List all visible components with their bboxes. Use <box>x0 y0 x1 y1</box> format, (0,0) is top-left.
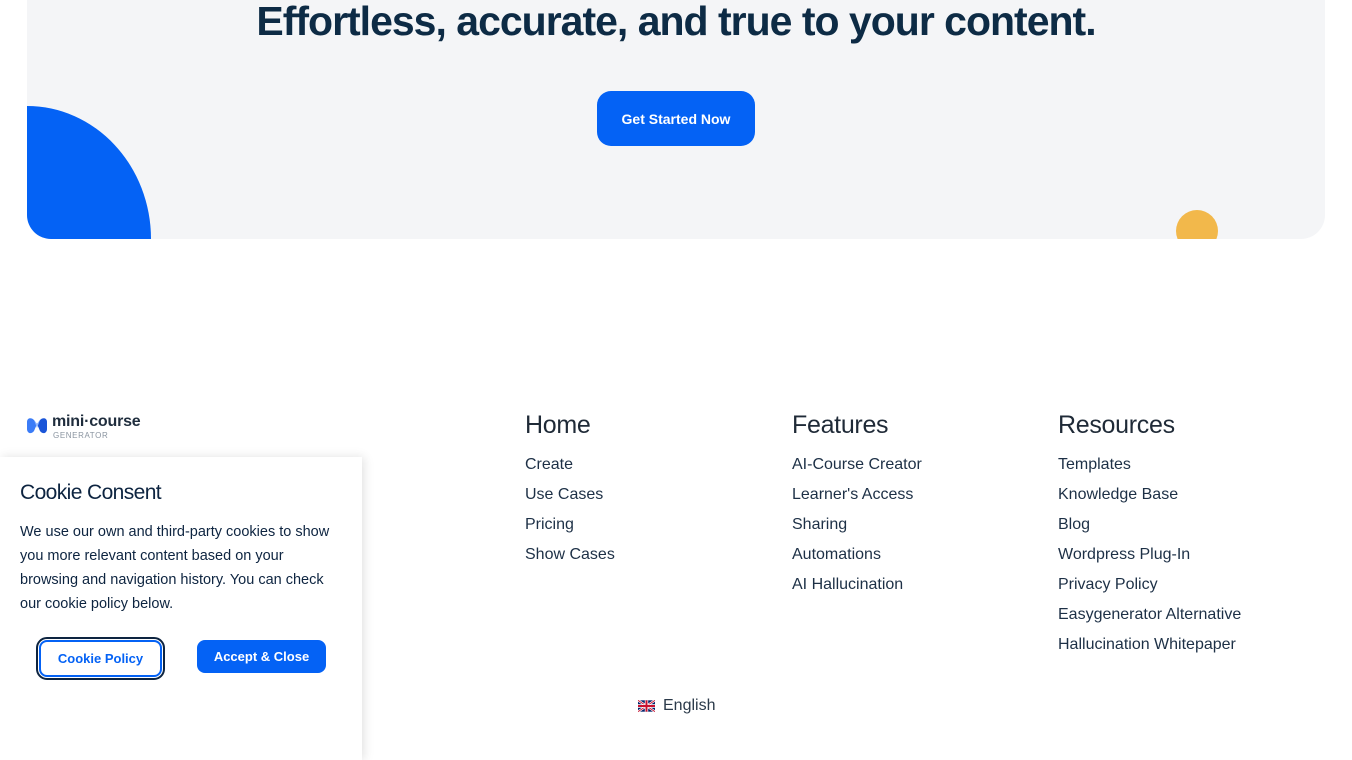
footer-link-learners-access[interactable]: Learner's Access <box>792 480 922 510</box>
banner-heading: Effortless, accurate, and true to your c… <box>256 0 1096 44</box>
cta-banner: Effortless, accurate, and true to your c… <box>27 0 1325 239</box>
footer-column-home: Home Create Use Cases Pricing Show Cases <box>525 411 615 570</box>
get-started-button[interactable]: Get Started Now <box>597 91 755 146</box>
footer-link-knowledge-base[interactable]: Knowledge Base <box>1058 480 1241 510</box>
footer-link-privacy-policy[interactable]: Privacy Policy <box>1058 570 1241 600</box>
footer-link-pricing[interactable]: Pricing <box>525 510 615 540</box>
accept-close-button[interactable]: Accept & Close <box>197 640 326 673</box>
mini-course-generator-logo-icon <box>27 418 47 434</box>
uk-flag-icon <box>638 700 655 712</box>
footer-heading-features: Features <box>792 411 889 439</box>
footer-column-features: Features AI-Course Creator Learner's Acc… <box>792 411 922 600</box>
footer-link-blog[interactable]: Blog <box>1058 510 1241 540</box>
logo-wordmark: mini·course <box>52 413 141 430</box>
footer-link-wordpress-plugin[interactable]: Wordpress Plug-In <box>1058 540 1241 570</box>
footer-link-ai-course-creator[interactable]: AI-Course Creator <box>792 450 922 480</box>
footer-link-sharing[interactable]: Sharing <box>792 510 922 540</box>
footer-link-templates[interactable]: Templates <box>1058 450 1241 480</box>
cookie-policy-button[interactable]: Cookie Policy <box>36 637 165 680</box>
footer-link-show-cases[interactable]: Show Cases <box>525 540 615 570</box>
language-selector[interactable]: English <box>638 697 715 715</box>
footer-link-automations[interactable]: Automations <box>792 540 922 570</box>
footer-link-easygenerator-alternative[interactable]: Easygenerator Alternative <box>1058 600 1241 630</box>
footer-logo[interactable]: mini·course GENERATOR <box>26 414 141 440</box>
cookie-consent-panel: Cookie Consent We use our own and third-… <box>0 457 362 760</box>
footer-link-ai-hallucination[interactable]: AI Hallucination <box>792 570 922 600</box>
cookie-title: Cookie Consent <box>20 481 162 504</box>
footer-heading-resources: Resources <box>1058 411 1175 439</box>
language-label: English <box>663 697 716 714</box>
footer-link-hallucination-whitepaper[interactable]: Hallucination Whitepaper <box>1058 630 1241 660</box>
footer-link-use-cases[interactable]: Use Cases <box>525 480 615 510</box>
decorative-quarter-circle <box>27 106 151 239</box>
logo-subtitle: GENERATOR <box>53 431 109 440</box>
cookie-description: We use our own and third-party cookies t… <box>20 524 330 612</box>
footer-heading-home: Home <box>525 411 591 439</box>
decorative-yellow-dot <box>1176 210 1218 239</box>
footer-column-resources: Resources Templates Knowledge Base Blog … <box>1058 411 1241 660</box>
footer-link-create[interactable]: Create <box>525 450 615 480</box>
